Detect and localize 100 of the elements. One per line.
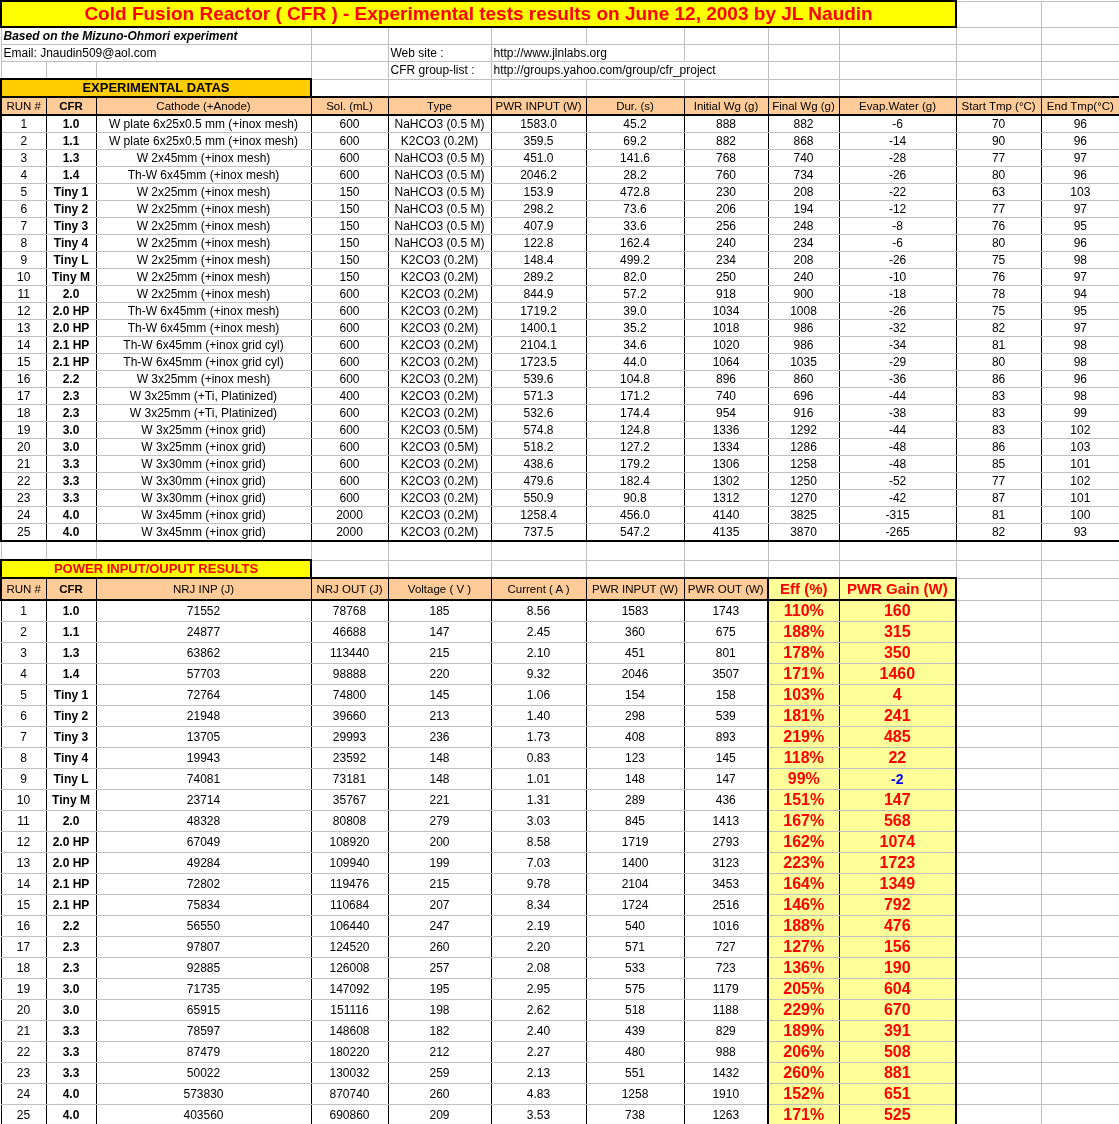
table-cell: 240 <box>684 234 768 252</box>
table-cell: 123 <box>586 747 684 769</box>
table-cell: 532.6 <box>491 404 586 422</box>
table-cell: 2.3 <box>46 957 96 979</box>
table-cell: W 2x25mm (+inox mesh) <box>96 251 311 269</box>
table-cell: W 2x25mm (+inox mesh) <box>96 285 311 303</box>
table-cell: 1.31 <box>491 789 586 811</box>
efficiency-cell: 152% <box>768 1083 839 1105</box>
table-cell: 63862 <box>96 642 311 664</box>
table-cell: 2.3 <box>46 936 96 958</box>
table-cell: Tiny 4 <box>46 234 96 252</box>
table-cell: 2104 <box>586 873 684 895</box>
table-cell: 25 <box>1 523 46 541</box>
table-cell: K2CO3 (0.2M) <box>388 319 491 337</box>
table-cell: 4135 <box>684 523 768 541</box>
table-cell: 2.3 <box>46 404 96 422</box>
table-cell: 2000 <box>311 523 388 541</box>
table-cell: Tiny 2 <box>46 200 96 218</box>
table-cell: 182 <box>388 1020 491 1042</box>
table-cell: 4 <box>1 663 46 685</box>
table-cell: 3.3 <box>46 455 96 473</box>
table-cell: 2.08 <box>491 957 586 979</box>
column-header: Dur. (s) <box>586 97 684 115</box>
table-cell: 600 <box>311 472 388 490</box>
table-cell: 83 <box>956 421 1042 439</box>
table-cell: 199 <box>388 852 491 874</box>
table-cell: 289.2 <box>491 268 586 286</box>
table-cell: 954 <box>684 404 768 422</box>
table-cell: 3.3 <box>46 489 96 507</box>
table-cell: 16 <box>1 370 46 388</box>
table-cell: 600 <box>311 319 388 337</box>
table-cell: 179.2 <box>586 455 684 473</box>
table-cell: 2.0 HP <box>46 831 96 853</box>
table-cell: 33.6 <box>586 217 684 235</box>
table-cell: 2.0 HP <box>46 319 96 337</box>
efficiency-cell: 167% <box>768 810 839 832</box>
table-cell: 1064 <box>684 353 768 371</box>
table-cell: -42 <box>839 489 957 507</box>
table-cell: 4.0 <box>46 523 96 541</box>
table-cell: 15 <box>1 353 46 371</box>
table-cell: 148 <box>586 768 684 790</box>
table-cell: 80 <box>956 166 1042 184</box>
table-cell: Tiny 2 <box>46 705 96 727</box>
table-cell: 127.2 <box>586 438 684 456</box>
table-cell: W 3x25mm (+inox mesh) <box>96 370 311 388</box>
table-cell: 3870 <box>768 523 839 541</box>
efficiency-cell: 229% <box>768 999 839 1021</box>
table-cell: -12 <box>839 200 957 218</box>
column-header: RUN # <box>1 578 46 600</box>
table-cell: 106440 <box>311 915 388 937</box>
efficiency-cell: 223% <box>768 852 839 874</box>
table-cell: 77 <box>956 472 1042 490</box>
table-cell: 80808 <box>311 810 388 832</box>
table-cell: 2.2 <box>46 915 96 937</box>
table-cell: 740 <box>768 149 839 167</box>
table-cell: 882 <box>768 115 839 133</box>
table-cell: 2.27 <box>491 1041 586 1063</box>
table-cell: 5 <box>1 684 46 706</box>
table-cell: 3 <box>1 642 46 664</box>
table-cell: 4.0 <box>46 506 96 524</box>
table-cell: Th-W 6x45mm (+inox mesh) <box>96 302 311 320</box>
table-cell: 141.6 <box>586 149 684 167</box>
table-cell: W 3x25mm (+Ti, Platinized) <box>96 387 311 405</box>
table-cell: 3.3 <box>46 1062 96 1084</box>
table-cell: 1.40 <box>491 705 586 727</box>
table-cell: K2CO3 (0.2M) <box>388 506 491 524</box>
efficiency-cell: 206% <box>768 1041 839 1063</box>
table-cell: 34.6 <box>586 336 684 354</box>
table-cell: 207 <box>388 894 491 916</box>
table-cell: 151116 <box>311 999 388 1021</box>
table-cell: 14 <box>1 873 46 895</box>
table-cell: 734 <box>768 166 839 184</box>
table-cell: 1.73 <box>491 726 586 748</box>
table-cell: 180220 <box>311 1041 388 1063</box>
table-cell: 896 <box>684 370 768 388</box>
table-cell: 2.62 <box>491 999 586 1021</box>
table-cell: 19 <box>1 978 46 1000</box>
table-cell: W 3x25mm (+inox grid) <box>96 438 311 456</box>
table-cell: -315 <box>839 506 957 524</box>
table-cell: 456.0 <box>586 506 684 524</box>
table-cell: -52 <box>839 472 957 490</box>
table-cell: 298.2 <box>491 200 586 218</box>
table-cell: 1724 <box>586 894 684 916</box>
table-cell: 18 <box>1 404 46 422</box>
column-header: NRJ INP (J) <box>96 578 311 600</box>
table-cell: 23592 <box>311 747 388 769</box>
table-cell: Th-W 6x45mm (+inox mesh) <box>96 166 311 184</box>
table-cell: 1.0 <box>46 600 96 622</box>
table-cell: 600 <box>311 336 388 354</box>
group-url: http://groups.yahoo.com/group/cfr_project <box>491 61 768 79</box>
table-cell: -6 <box>839 115 957 133</box>
table-cell: 82.0 <box>586 268 684 286</box>
table-cell: 78 <box>956 285 1042 303</box>
table-cell: -265 <box>839 523 957 541</box>
table-cell: Tiny 1 <box>46 684 96 706</box>
table-cell: 600 <box>311 438 388 456</box>
table-cell: 6 <box>1 705 46 727</box>
table-cell: -6 <box>839 234 957 252</box>
table-cell: 23 <box>1 1062 46 1084</box>
table-cell: 2 <box>1 621 46 643</box>
